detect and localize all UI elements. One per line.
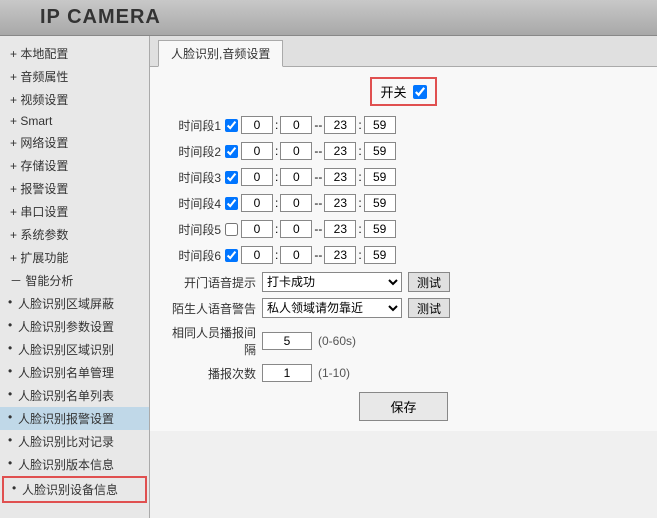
time-slot-5-start-m[interactable]: [280, 220, 312, 238]
sidebar-submenu: 人脸识别区域屏蔽 人脸识别参数设置 人脸识别区域识别 人脸识别名单管理 人脸识别…: [0, 292, 149, 503]
time-slot-5-label: 时间段5: [166, 221, 221, 238]
stranger-voice-test-button[interactable]: 测试: [408, 298, 450, 318]
sidebar-item-system-params[interactable]: + 系统参数: [0, 223, 149, 246]
time-slot-4-end-m[interactable]: [364, 194, 396, 212]
same-person-interval-row: 相同人员播报间隔 (0-60s): [166, 324, 641, 358]
time-slot-1-end-m[interactable]: [364, 116, 396, 134]
sidebar-item-audio-props[interactable]: + 音频属性: [0, 65, 149, 88]
broadcast-count-label: 播报次数: [166, 365, 256, 382]
broadcast-count-row: 播报次数 (1-10): [166, 364, 641, 382]
time-slot-6-checkbox[interactable]: [225, 249, 238, 262]
time-slot-4-start-h[interactable]: [241, 194, 273, 212]
time-slot-6-label: 时间段6: [166, 247, 221, 264]
time-slot-4: 时间段4 : -- :: [166, 192, 641, 214]
time-slot-6: 时间段6 : -- :: [166, 244, 641, 266]
time-slot-4-label: 时间段4: [166, 195, 221, 212]
time-slot-5-end-h[interactable]: [324, 220, 356, 238]
time-slot-2-end-h[interactable]: [324, 142, 356, 160]
sidebar-item-face-alarm-settings[interactable]: 人脸识别报警设置: [0, 407, 149, 430]
stranger-voice-label: 陌生人语音警告: [166, 300, 256, 317]
sidebar-item-face-device-info[interactable]: 人脸识别设备信息: [2, 476, 147, 503]
same-person-interval-label: 相同人员播报间隔: [166, 324, 256, 358]
content-area: 人脸识别,音频设置 开关 时间段1 : --: [150, 36, 657, 518]
save-button[interactable]: 保存: [359, 392, 447, 421]
main-layout: + 本地配置 + 音频属性 + 视频设置 + Smart + 网络设置 + 存储…: [0, 36, 657, 518]
sidebar-item-smart[interactable]: + Smart: [0, 111, 149, 131]
time-slot-2: 时间段2 : -- :: [166, 140, 641, 162]
tab-face-audio-settings[interactable]: 人脸识别,音频设置: [158, 40, 283, 67]
switch-checkbox[interactable]: [413, 85, 427, 99]
time-slot-1: 时间段1 : -- :: [166, 114, 641, 136]
sidebar-item-local-config[interactable]: + 本地配置: [0, 42, 149, 65]
open-door-voice-test-button[interactable]: 测试: [408, 272, 450, 292]
open-door-voice-row: 开门语音提示 打卡成功 测试: [166, 272, 641, 292]
time-slot-3-start-h[interactable]: [241, 168, 273, 186]
time-slot-2-start-m[interactable]: [280, 142, 312, 160]
same-person-interval-input[interactable]: [262, 332, 312, 350]
stranger-voice-row: 陌生人语音警告 私人领域请勿靠近 测试: [166, 298, 641, 318]
open-door-voice-label: 开门语音提示: [166, 274, 256, 291]
time-slot-4-checkbox[interactable]: [225, 197, 238, 210]
save-row: 保存: [166, 392, 641, 421]
time-slot-6-start-h[interactable]: [241, 246, 273, 264]
time-slot-1-label: 时间段1: [166, 117, 221, 134]
time-slots: 时间段1 : -- : 时间段2 : --: [166, 114, 641, 266]
sidebar-item-smart-analysis[interactable]: － 智能分析: [0, 269, 149, 292]
time-slot-5-start-h[interactable]: [241, 220, 273, 238]
time-slot-3-label: 时间段3: [166, 169, 221, 186]
time-slot-2-start-h[interactable]: [241, 142, 273, 160]
time-slot-1-checkbox[interactable]: [225, 119, 238, 132]
sidebar-item-face-version[interactable]: 人脸识别版本信息: [0, 453, 149, 476]
header: IP CAMERA: [0, 0, 657, 36]
sidebar-item-alarm-settings[interactable]: + 报警设置: [0, 177, 149, 200]
time-slot-3-checkbox[interactable]: [225, 171, 238, 184]
sidebar-item-face-compare-log[interactable]: 人脸识别比对记录: [0, 430, 149, 453]
time-slot-4-start-m[interactable]: [280, 194, 312, 212]
same-person-interval-range: (0-60s): [318, 334, 356, 348]
broadcast-count-input[interactable]: [262, 364, 312, 382]
time-slot-3: 时间段3 : -- :: [166, 166, 641, 188]
time-slot-6-start-m[interactable]: [280, 246, 312, 264]
form-area: 开关 时间段1 : -- :: [150, 67, 657, 431]
sidebar-item-network-settings[interactable]: + 网络设置: [0, 131, 149, 154]
sidebar-item-video-settings[interactable]: + 视频设置: [0, 88, 149, 111]
sidebar-item-serial-settings[interactable]: + 串口设置: [0, 200, 149, 223]
sidebar-item-face-name-list[interactable]: 人脸识别名单列表: [0, 384, 149, 407]
time-slot-1-end-h[interactable]: [324, 116, 356, 134]
time-slot-6-end-m[interactable]: [364, 246, 396, 264]
sidebar-item-face-region-mask[interactable]: 人脸识别区域屏蔽: [0, 292, 149, 315]
time-slot-2-label: 时间段2: [166, 143, 221, 160]
time-slot-1-start-m[interactable]: [280, 116, 312, 134]
time-slot-5: 时间段5 : -- :: [166, 218, 641, 240]
sidebar-item-face-params[interactable]: 人脸识别参数设置: [0, 315, 149, 338]
time-slot-3-end-h[interactable]: [324, 168, 356, 186]
sidebar-item-face-name-mgmt[interactable]: 人脸识别名单管理: [0, 361, 149, 384]
sidebar-item-face-region-recog[interactable]: 人脸识别区域识别: [0, 338, 149, 361]
sidebar: + 本地配置 + 音频属性 + 视频设置 + Smart + 网络设置 + 存储…: [0, 36, 150, 518]
app-title: IP CAMERA: [40, 6, 161, 29]
time-slot-5-checkbox[interactable]: [225, 223, 238, 236]
time-slot-4-end-h[interactable]: [324, 194, 356, 212]
time-slot-3-start-m[interactable]: [280, 168, 312, 186]
time-slot-5-end-m[interactable]: [364, 220, 396, 238]
time-slot-2-checkbox[interactable]: [225, 145, 238, 158]
sidebar-item-storage-settings[interactable]: + 存储设置: [0, 154, 149, 177]
sidebar-item-extended-func[interactable]: + 扩展功能: [0, 246, 149, 269]
time-slot-6-end-h[interactable]: [324, 246, 356, 264]
time-slot-3-end-m[interactable]: [364, 168, 396, 186]
switch-container: 开关: [370, 77, 436, 106]
tab-bar: 人脸识别,音频设置: [150, 36, 657, 67]
time-slot-1-start-h[interactable]: [241, 116, 273, 134]
switch-label: 开关: [380, 82, 406, 101]
open-door-voice-select[interactable]: 打卡成功: [262, 272, 402, 292]
stranger-voice-select[interactable]: 私人领域请勿靠近: [262, 298, 402, 318]
broadcast-count-range: (1-10): [318, 366, 350, 380]
time-slot-2-end-m[interactable]: [364, 142, 396, 160]
